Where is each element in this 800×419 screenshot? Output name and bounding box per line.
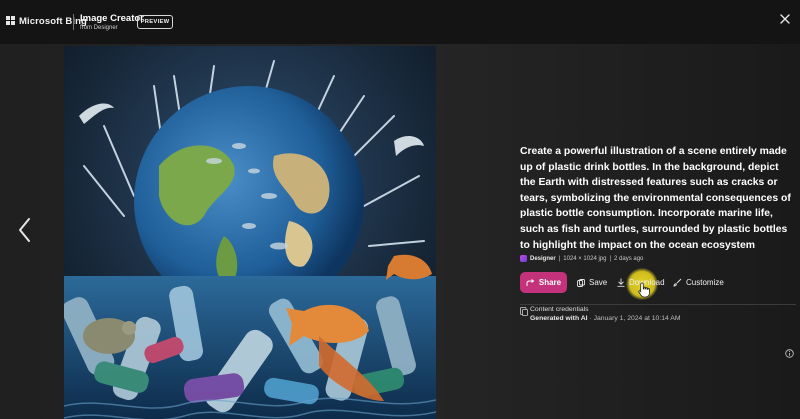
save-button[interactable]: Save	[577, 272, 607, 293]
share-button[interactable]: Share	[520, 272, 567, 293]
hand-cursor-icon	[638, 282, 650, 298]
image-illustration	[64, 46, 436, 419]
download-icon	[617, 278, 625, 287]
brush-icon	[673, 278, 682, 287]
share-icon	[526, 278, 535, 286]
meta-separator: |	[558, 255, 561, 262]
image-meta: Designer | 1024 × 1024 jpg | 2 days ago	[520, 255, 643, 262]
image-prompt: Create a powerful illustration of a scen…	[520, 146, 791, 251]
main-viewer: Create a powerful illustration of a scen…	[0, 44, 800, 419]
designer-icon	[520, 255, 527, 262]
header-divider	[73, 14, 74, 30]
customize-button[interactable]: Customize	[673, 272, 724, 293]
credentials-icon	[520, 307, 528, 316]
share-label: Share	[538, 278, 562, 287]
info-icon[interactable]	[785, 349, 794, 358]
top-bar: Microsoft Bing Image Creator from Design…	[0, 0, 800, 44]
meta-separator: |	[609, 255, 612, 262]
credentials-title: Content credentials	[530, 306, 589, 313]
microsoft-logo-icon	[6, 16, 15, 25]
customize-label: Customize	[686, 278, 724, 287]
credentials-date: · January 1, 2024 at 10:14 AM	[589, 315, 681, 322]
brand-name[interactable]: Microsoft Bing	[19, 16, 87, 27]
credentials-line: Generated with AI · January 1, 2024 at 1…	[530, 315, 680, 322]
save-label: Save	[589, 278, 608, 287]
image-resolution: 1024 × 1024 jpg	[563, 255, 607, 262]
chevron-left-icon[interactable]	[14, 216, 36, 244]
creator-name: Designer	[530, 255, 556, 262]
image-age: 2 days ago	[614, 255, 644, 262]
generated-with-ai: Generated with AI	[530, 315, 588, 322]
action-bar: Share Save Download Customize	[520, 268, 800, 300]
credentials-divider	[520, 304, 796, 305]
generated-image[interactable]	[64, 46, 436, 419]
preview-badge: PREVIEW	[137, 15, 173, 29]
close-icon[interactable]	[778, 12, 792, 26]
app-subtitle: from Designer	[80, 25, 118, 31]
save-icon	[577, 278, 585, 287]
app-title[interactable]: Image Creator	[80, 13, 144, 24]
